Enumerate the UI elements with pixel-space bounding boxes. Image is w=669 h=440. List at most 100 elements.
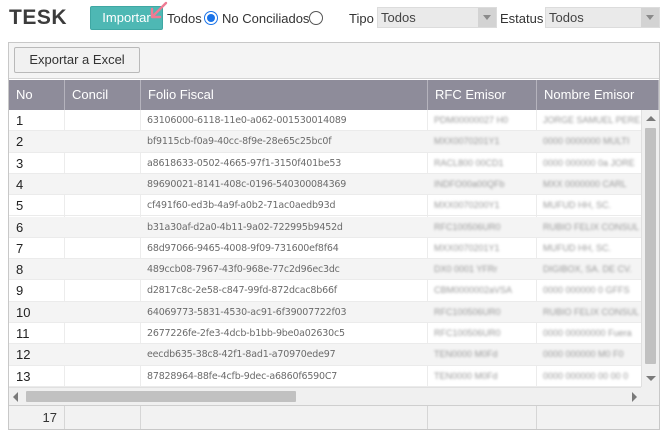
estatus-label: Estatus — [500, 11, 544, 26]
radio-no-conciliados-label: No Conciliados — [222, 11, 310, 26]
column-header-no[interactable]: No — [9, 80, 65, 110]
cell-concil — [64, 302, 140, 323]
cell-concil — [64, 344, 140, 365]
cell-no: 7 — [16, 240, 24, 256]
column-header-nombre-emisor[interactable]: Nombre Emisor — [537, 80, 659, 110]
cell-folio: 2677226fe-2fe3-4dcb-b1bb-9be0a02630c5 — [147, 328, 345, 339]
grid-footer-row: 17 — [9, 405, 659, 429]
cell-no: 8 — [16, 262, 24, 278]
vertical-scrollbar[interactable] — [641, 110, 659, 387]
cell-rfc: CBM0000002aVSA — [434, 285, 513, 296]
cell-concil — [64, 195, 140, 216]
horizontal-scrollbar[interactable] — [9, 387, 641, 405]
cell-rfc: RFC100506UR0 — [434, 221, 501, 232]
table-row[interactable]: 1 63106000-6118-11e0-a062-001530014089 PDM… — [9, 110, 641, 132]
radio-no-conciliados[interactable] — [309, 11, 323, 25]
cell-folio: 89690021-8141-408c-0196-540300084369 — [147, 178, 347, 190]
cell-rfc: MXX0070201Y1 — [434, 136, 500, 147]
cell-rfc: INDFO00a00QFb — [434, 178, 505, 189]
cell-folio: 87828964-88fe-4cfb-9dec-a6860f6590C7 — [147, 370, 338, 382]
footer-cell — [428, 406, 537, 429]
cell-nombre: 0000 000000 0a JORE — [543, 157, 635, 168]
scroll-left-icon[interactable] — [13, 392, 18, 402]
footer-cell — [537, 406, 659, 429]
horizontal-scroll-thumb[interactable] — [26, 391, 296, 402]
top-toolbar: TESK Importar Todos No Conciliados Tipo … — [0, 0, 669, 38]
table-row[interactable]: 2 bf9115cb-f0a9-40cc-8f9e-28e65c25bc0f MXX… — [9, 131, 641, 153]
cell-no: 6 — [16, 219, 24, 235]
app-title: TESK — [9, 6, 68, 29]
tipo-label: Tipo — [349, 11, 374, 26]
scroll-right-icon[interactable] — [632, 392, 637, 402]
scroll-down-icon[interactable] — [646, 376, 656, 381]
cell-nombre: MUFUD HH, SC. — [543, 242, 611, 253]
cell-folio: bf9115cb-f0a9-40cc-8f9e-28e65c25bc0f — [147, 136, 332, 148]
cell-no: 1 — [16, 113, 24, 128]
cell-concil — [64, 217, 140, 238]
table-row[interactable]: 6 b31a30af-d2a0-4b11-9a02-722995b9452d RFC… — [9, 216, 641, 238]
cell-rfc: RFC100506UR0 — [434, 328, 501, 338]
cell-folio: d2817c8c-2e58-c847-99fd-872dcac8b66f — [147, 285, 337, 297]
cell-nombre: 0000 00000000 Fuera — [543, 328, 632, 338]
chevron-down-icon[interactable] — [478, 8, 496, 27]
cell-no: 2 — [16, 134, 24, 150]
cell-nombre: 0000 000000 M0 F0 — [543, 349, 624, 360]
cell-nombre: RUBIO FELIX CONSUL — [543, 221, 640, 232]
grid-header-row: No Concil Folio Fiscal RFC Emisor Nombre… — [9, 80, 659, 110]
estatus-select[interactable]: Todos — [545, 7, 660, 28]
chevron-down-icon[interactable] — [641, 8, 659, 27]
cell-nombre: MXX 0000000 CARL — [543, 178, 627, 189]
estatus-select-value: Todos — [549, 10, 584, 25]
column-header-folio-fiscal[interactable]: Folio Fiscal — [141, 80, 428, 110]
table-row[interactable]: 13 87828964-88fe-4cfb-9dec-a6860f6590C7 TE… — [9, 366, 641, 387]
footer-record-count: 17 — [9, 406, 65, 429]
table-row[interactable]: 8 489ccb08-7967-43f0-968e-77c2d96ec3dc DX0… — [9, 259, 641, 281]
table-row[interactable]: 3 a8618633-0502-4665-97f1-3150f401be53 RAC… — [9, 153, 641, 174]
cell-no: 5 — [16, 198, 24, 214]
cell-folio: eecdb635-38c8-42f1-8ad1-a70970ede97 — [147, 349, 336, 361]
cell-rfc: MXX0070200Y1 — [434, 200, 500, 211]
grid-panel: Exportar a Excel No Concil Folio Fiscal … — [8, 42, 660, 430]
cell-folio: a8618633-0502-4665-97f1-3150f401be53 — [147, 157, 342, 169]
cell-nombre: 0000 0000000 MULTI — [543, 136, 630, 147]
cell-folio: 489ccb08-7967-43f0-968e-77c2d96ec3dc — [147, 264, 340, 276]
table-row[interactable]: 5 cf491f60-ed3b-4a9f-a0b2-71ac0aedb93d MXX… — [9, 195, 641, 217]
radio-todos[interactable] — [204, 11, 218, 25]
cell-no: 11 — [16, 326, 30, 341]
tipo-select-value: Todos — [381, 10, 416, 25]
cell-no: 4 — [16, 176, 24, 192]
cell-concil — [64, 238, 140, 259]
table-row[interactable]: 4 89690021-8141-408c-0196-540300084369 IND… — [9, 173, 641, 196]
scroll-up-icon[interactable] — [646, 116, 656, 121]
cell-concil — [64, 110, 140, 131]
cell-nombre: RUBIO FELIX CONSUL — [543, 306, 640, 317]
table-row[interactable]: 9 d2817c8c-2e58-c847-99fd-872dcac8b66f CBM… — [9, 280, 641, 302]
cell-nombre: MUFUD HH, SC. — [543, 200, 611, 211]
cell-no: 13 — [16, 368, 31, 384]
import-button[interactable]: Importar — [90, 6, 163, 30]
export-excel-button[interactable]: Exportar a Excel — [14, 47, 140, 73]
cell-rfc: DX0 0001 YFRr — [434, 264, 498, 275]
vertical-scroll-thumb[interactable] — [645, 128, 656, 364]
cell-nombre: 0000 000000 0 GFFS — [543, 285, 630, 296]
cell-folio: 64069773-5831-4530-ac91-6f39007722f03 — [147, 306, 347, 318]
footer-cell — [65, 406, 141, 429]
table-row[interactable]: 10 64069773-5831-4530-ac91-6f39007722f03 R… — [9, 301, 641, 323]
cell-nombre: 0000 000000 00 00 0 — [543, 370, 629, 381]
table-row[interactable]: 12 eecdb635-38c8-42f1-8ad1-a70970ede97 TEN… — [9, 344, 641, 366]
table-row[interactable]: 11 2677226fe-2fe3-4dcb-b1bb-9be0a02630c5 R… — [9, 323, 641, 345]
table-row[interactable]: 7 68d97066-9465-4008-9f09-731600ef8f64 MXX… — [9, 238, 641, 260]
cell-nombre: JORGE SAMUEL PEREZ — [543, 115, 641, 125]
cell-rfc: TEN0000 M0Fd — [434, 349, 498, 360]
cell-rfc: TEN0000 M0Fd — [434, 370, 498, 381]
column-header-concil[interactable]: Concil — [65, 80, 141, 110]
cell-rfc: RFC100506UR0 — [434, 306, 501, 317]
cell-no: 9 — [16, 283, 24, 299]
cell-folio: 63106000-6118-11e0-a062-001530014089 — [147, 115, 347, 126]
cell-nombre: DIGIBOX, SA. DE CV. — [543, 264, 632, 275]
tipo-select[interactable]: Todos — [377, 7, 497, 28]
cell-no: 12 — [16, 347, 31, 363]
column-header-rfc-emisor[interactable]: RFC Emisor — [428, 80, 537, 110]
cell-no: 10 — [16, 304, 31, 320]
cell-concil — [64, 174, 140, 195]
